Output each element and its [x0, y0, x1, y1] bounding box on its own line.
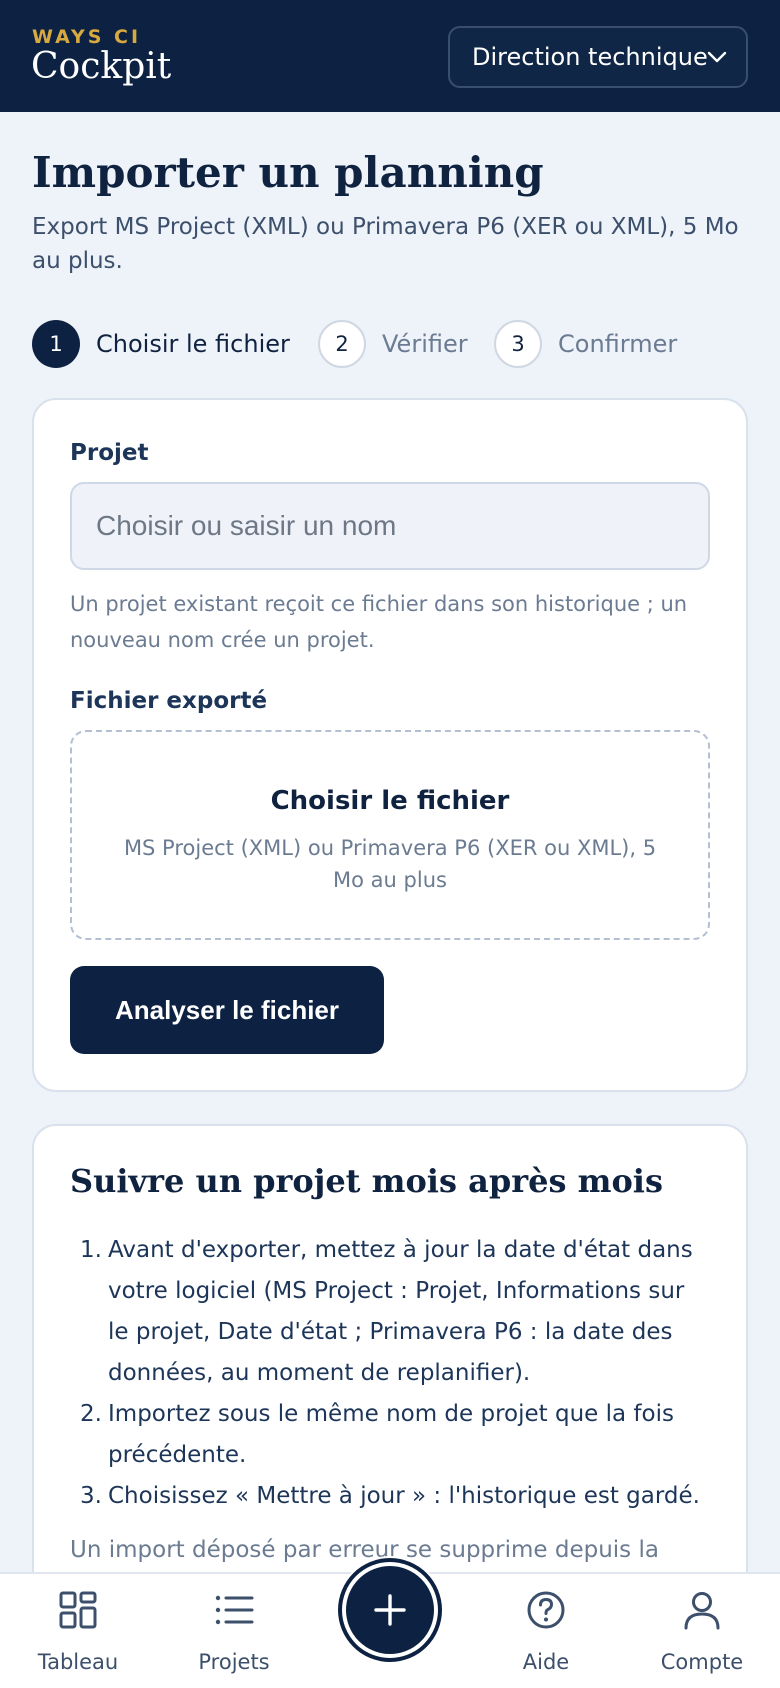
user-icon: [684, 1592, 720, 1630]
add-button[interactable]: [336, 1556, 444, 1664]
list-item: 1. Avant d'exporter, mettez à jour la da…: [70, 1230, 710, 1394]
list-item: 3. Choisissez « Mettre à jour » : l'hist…: [70, 1476, 710, 1517]
project-label: Projet: [70, 440, 149, 466]
project-input[interactable]: [70, 482, 710, 570]
step-2-number: 2: [318, 320, 366, 368]
step-3-number: 3: [494, 320, 542, 368]
plus-icon: [374, 1594, 406, 1626]
dropzone-subtitle: MS Project (XML) ou Primavera P6 (XER ou…: [123, 836, 657, 892]
analyze-file-button[interactable]: Analyser le fichier: [70, 966, 384, 1054]
nav-label-help: Aide: [522, 1650, 570, 1674]
nav-item-account[interactable]: Compte: [632, 1574, 772, 1688]
help-icon: [527, 1591, 565, 1629]
howto-card: Suivre un projet mois après mois 1. Avan…: [32, 1124, 748, 1624]
dashboard-icon: [59, 1591, 97, 1629]
page-subtitle: Export MS Project (XML) ou Primavera P6 …: [32, 214, 739, 274]
list-item-number: 1.: [80, 1237, 102, 1263]
brand-tagline: WAYS CI: [32, 26, 142, 48]
dropzone-title: Choisir le fichier: [270, 786, 510, 816]
file-dropzone[interactable]: Choisir le fichier MS Project (XML) ou P…: [70, 730, 710, 940]
stepper: 1 Choisir le fichier 2 Vérifier 3 Confir…: [32, 320, 752, 368]
step-1-label: Choisir le fichier: [96, 330, 290, 358]
list-icon: [215, 1595, 254, 1625]
list-item-number: 2.: [80, 1401, 102, 1427]
chevron-down-icon: [707, 51, 727, 63]
project-hint: Un projet existant reçoit ce fichier dan…: [70, 592, 688, 652]
nav-item-projects[interactable]: Projets: [164, 1574, 304, 1688]
import-form-card: Projet Un projet existant reçoit ce fich…: [32, 398, 748, 1092]
list-item-text: Importez sous le même nom de projet que …: [108, 1401, 674, 1468]
list-item-text: Choisissez « Mettre à jour » : l'histori…: [108, 1483, 700, 1509]
list-item-number: 3.: [80, 1483, 102, 1509]
top-bar: WAYS CI Cockpit Direction technique: [0, 0, 780, 112]
nav-label-dashboard: Tableau: [37, 1650, 119, 1674]
organization-selector-label: Direction technique: [472, 43, 708, 71]
file-label: Fichier exporté: [70, 688, 268, 714]
list-item: 2. Importez sous le même nom de projet q…: [70, 1394, 710, 1476]
howto-title: Suivre un projet mois après mois: [70, 1162, 663, 1200]
howto-list: 1. Avant d'exporter, mettez à jour la da…: [70, 1230, 710, 1517]
nav-item-help[interactable]: Aide: [476, 1574, 616, 1688]
page-title: Importer un planning: [32, 148, 544, 197]
nav-label-projects: Projets: [198, 1650, 270, 1674]
nav-label-account: Compte: [660, 1650, 744, 1674]
step-2-label: Vérifier: [382, 330, 468, 358]
step-1-number: 1: [32, 320, 80, 368]
step-3-label: Confirmer: [558, 330, 678, 358]
add-button-inner: [342, 1562, 438, 1658]
organization-selector[interactable]: Direction technique: [448, 26, 748, 88]
nav-item-dashboard[interactable]: Tableau: [8, 1574, 148, 1688]
brand-logo[interactable]: Cockpit: [31, 46, 171, 87]
list-item-text: Avant d'exporter, mettez à jour la date …: [108, 1237, 693, 1386]
